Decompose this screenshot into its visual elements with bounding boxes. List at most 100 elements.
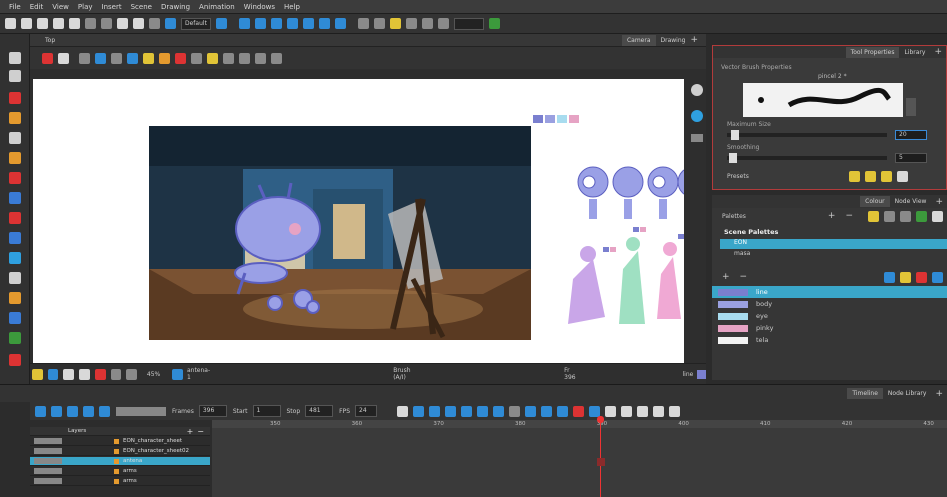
stop-motion-keyframe-icon[interactable] <box>541 405 553 417</box>
cutter-icon[interactable] <box>9 312 21 324</box>
move-up-icon[interactable] <box>884 210 895 222</box>
palette-eon[interactable]: EON <box>720 239 947 249</box>
stamp-tool-icon[interactable] <box>207 52 218 64</box>
print-icon[interactable] <box>53 18 64 29</box>
preset-menu-icon[interactable] <box>896 171 908 182</box>
line-tool-icon[interactable] <box>9 192 21 204</box>
lock-icon[interactable] <box>143 52 154 64</box>
optimize-icon[interactable] <box>239 52 250 64</box>
add-tab-icon[interactable]: + <box>935 389 943 399</box>
add-palette-icon[interactable]: + <box>828 211 836 221</box>
max-size-slider[interactable] <box>727 130 887 140</box>
collapse-icon[interactable] <box>621 405 633 417</box>
layer-visibility-icon[interactable] <box>34 448 62 454</box>
menu-view[interactable]: View <box>52 3 69 11</box>
fps-field[interactable]: 24 <box>355 405 378 417</box>
swatch-view-icon[interactable] <box>932 271 943 283</box>
swatch-fill-icon[interactable] <box>900 271 911 283</box>
lightbox-icon[interactable] <box>405 18 417 29</box>
hash-icon[interactable] <box>286 18 298 29</box>
layer-icon[interactable] <box>127 52 138 64</box>
view-reset-icon[interactable] <box>691 84 703 96</box>
sound-icon[interactable] <box>83 405 94 417</box>
palette-menu-icon[interactable] <box>932 210 943 222</box>
bracket-icon[interactable] <box>605 405 617 417</box>
add-tab-icon[interactable]: + <box>935 197 943 207</box>
menu-insert[interactable]: Insert <box>102 3 122 11</box>
menu-drawing[interactable]: Drawing <box>161 3 190 11</box>
pen-icon[interactable] <box>175 52 186 64</box>
align-icon[interactable] <box>421 18 433 29</box>
max-size-handle[interactable] <box>731 130 739 140</box>
swatch-row[interactable]: pinky <box>712 322 947 334</box>
layer-visibility-icon[interactable] <box>34 438 62 444</box>
eraser-icon[interactable] <box>9 152 21 164</box>
remove-swatch-icon[interactable]: − <box>740 272 748 282</box>
rig-icon[interactable] <box>9 292 21 304</box>
frame-ruler[interactable]: 350 360 370 380 390 400 410 420 430 <box>212 420 947 428</box>
layer-visibility-icon[interactable] <box>34 478 62 484</box>
swatch-row[interactable]: line <box>712 286 947 298</box>
tab-node-library[interactable]: Node Library <box>883 388 932 399</box>
folder-icon[interactable] <box>868 210 879 222</box>
open-scene-icon[interactable] <box>21 18 32 29</box>
stop-field[interactable]: 481 <box>305 405 334 417</box>
audio-scrub-icon[interactable] <box>99 405 110 417</box>
select-tool-icon[interactable] <box>9 52 21 64</box>
line-type-icon[interactable] <box>397 405 409 417</box>
paint-mode-icon[interactable] <box>159 52 170 64</box>
tab-colour[interactable]: Colour <box>860 196 890 207</box>
menu-help[interactable]: Help <box>284 3 300 11</box>
rig-tool-icon[interactable] <box>270 18 282 29</box>
layer-row[interactable]: antena <box>30 457 210 466</box>
layer-visibility-icon[interactable] <box>34 458 62 464</box>
paint-icon[interactable] <box>9 172 21 184</box>
palette-masa[interactable]: masa <box>720 250 947 260</box>
pencil-icon[interactable] <box>9 112 21 124</box>
add-tab-icon[interactable]: + <box>934 47 942 57</box>
screen-icon[interactable] <box>165 18 176 29</box>
add-peg-icon[interactable] <box>429 405 441 417</box>
max-size-field[interactable]: 20 <box>895 130 927 140</box>
save-icon[interactable] <box>37 18 48 29</box>
frame-grid[interactable]: 350 360 370 380 390 400 410 420 430 <box>212 416 947 497</box>
menu-windows[interactable]: Windows <box>244 3 275 11</box>
import-icon[interactable] <box>69 18 80 29</box>
palettes-label[interactable]: Palettes <box>722 213 746 220</box>
swatch-row[interactable]: tela <box>712 334 947 346</box>
smoothing-slider[interactable] <box>727 153 887 163</box>
drawing-canvas[interactable] <box>33 79 712 364</box>
deform-icon[interactable] <box>302 18 314 29</box>
remove-layer-icon[interactable]: − <box>197 427 204 436</box>
zoom-level[interactable]: 45% <box>147 371 160 378</box>
layer-row[interactable]: arms <box>30 477 210 486</box>
add-swatch-icon[interactable]: + <box>722 272 730 282</box>
preset-arrow-icon[interactable] <box>906 98 916 116</box>
target-icon[interactable] <box>254 18 266 29</box>
layer-row[interactable]: EON_character_sheet02 <box>30 447 210 456</box>
stamp-icon[interactable] <box>437 18 449 29</box>
onion-skin-timeline-icon[interactable] <box>509 405 521 417</box>
shape-icon[interactable] <box>111 52 122 64</box>
remove-palette-icon[interactable]: − <box>845 211 853 221</box>
menu-edit[interactable]: Edit <box>30 3 44 11</box>
new-scene-icon[interactable] <box>5 18 16 29</box>
copy-icon[interactable] <box>133 18 144 29</box>
field-chart-icon[interactable] <box>79 368 90 380</box>
play-icon[interactable] <box>35 405 46 417</box>
frame-icon[interactable] <box>389 18 401 29</box>
add-tab-icon[interactable]: + <box>690 35 698 45</box>
safe-area-icon[interactable] <box>63 368 75 380</box>
menu-file[interactable]: File <box>9 3 21 11</box>
brush-small-icon[interactable] <box>318 18 330 29</box>
grid-icon[interactable] <box>357 18 369 29</box>
motion-keyframe-icon[interactable] <box>525 405 537 417</box>
brush-settings-icon[interactable] <box>42 52 53 64</box>
tab-library[interactable]: Library <box>899 47 930 58</box>
start-field[interactable]: 1 <box>252 405 281 417</box>
dropper-icon[interactable] <box>9 232 21 244</box>
view-top-label[interactable]: Top <box>40 35 60 46</box>
gear-icon[interactable] <box>58 52 69 64</box>
frames-field[interactable]: 396 <box>198 405 227 417</box>
smoothing-handle[interactable] <box>729 153 737 163</box>
